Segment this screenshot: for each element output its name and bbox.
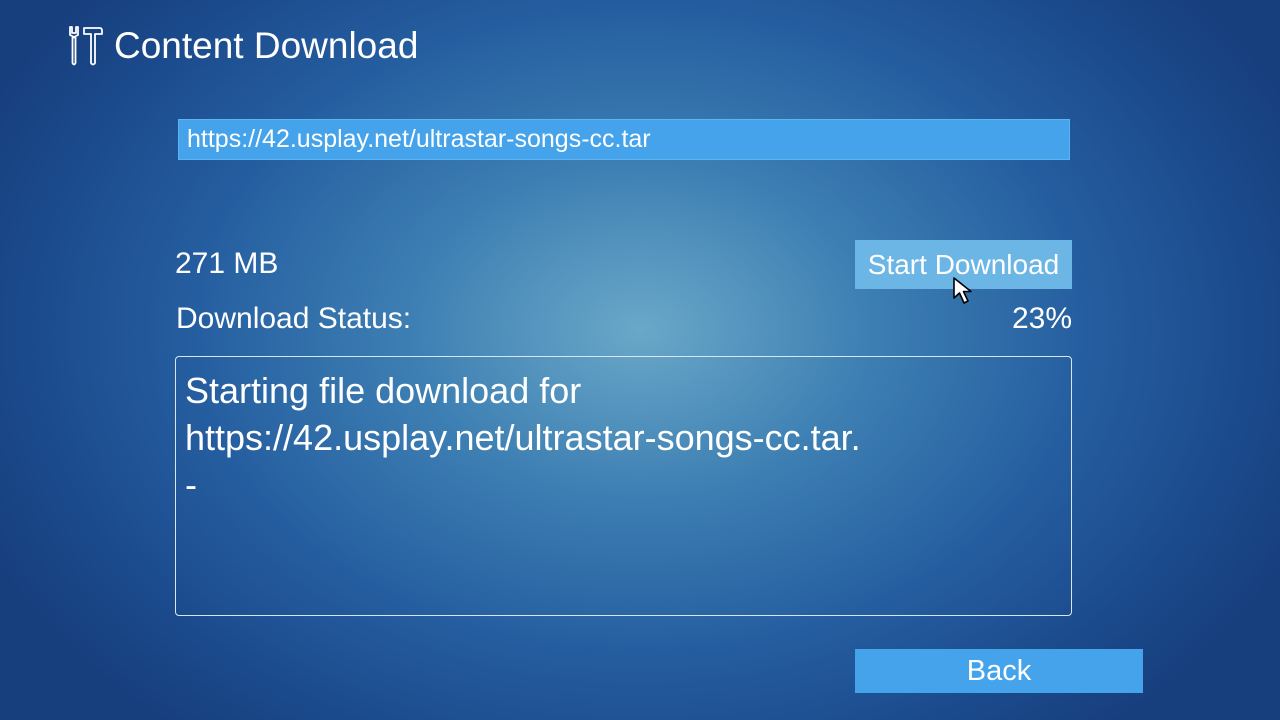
page-title: Content Download (114, 25, 419, 66)
tools-icon (62, 23, 108, 69)
start-download-button[interactable]: Start Download (855, 240, 1072, 289)
back-button[interactable]: Back (855, 649, 1143, 693)
file-size-label: 271 MB (175, 247, 279, 280)
download-status-label: Download Status: (176, 302, 412, 335)
page-header: Content Download (62, 22, 418, 70)
download-progress-percent: 23% (1011, 302, 1072, 335)
download-log: Starting file download for https://42.us… (175, 356, 1072, 616)
url-input[interactable] (178, 119, 1070, 160)
